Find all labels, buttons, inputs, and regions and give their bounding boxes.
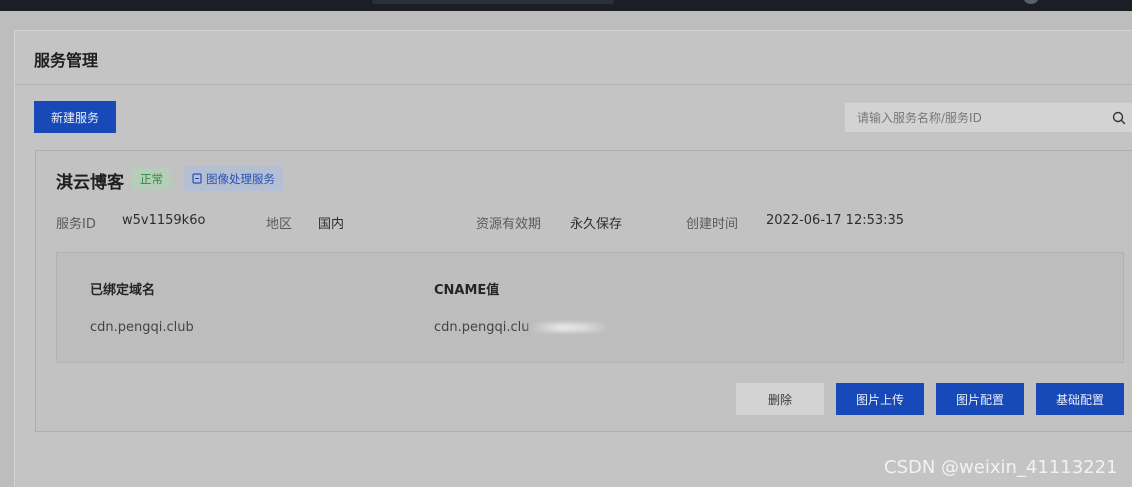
service-id-value: w5v1159k6o — [122, 213, 206, 228]
validity-value: 永久保存 — [570, 217, 623, 232]
cname-column-header: CNAME值 — [434, 283, 500, 298]
domain-cell: cdn.pengqi.club — [90, 320, 194, 335]
region-value: 国内 — [318, 217, 345, 232]
image-config-button[interactable]: 图片配置 — [936, 383, 1024, 415]
document-icon — [192, 173, 202, 184]
created-time-label: 创建时间 — [686, 217, 739, 232]
search-box[interactable] — [844, 102, 1132, 133]
basic-config-button[interactable]: 基础配置 — [1036, 383, 1124, 415]
search-input[interactable] — [845, 103, 1106, 132]
image-upload-button[interactable]: 图片上传 — [836, 383, 924, 415]
service-management-panel: 服务管理 新建服务 淇云博客 正常 图像处理服务 服务ID w5v1159k6o… — [14, 30, 1132, 487]
delete-button[interactable]: 删除 — [736, 383, 824, 415]
redacted-blur — [527, 323, 608, 332]
domain-table: 已绑定域名 CNAME值 cdn.pengqi.club cdn.pengqi.… — [56, 252, 1124, 363]
status-badge: 正常 — [132, 168, 171, 189]
watermark: CSDN @weixin_41113221 — [884, 457, 1118, 478]
domain-column-header: 已绑定域名 — [90, 283, 156, 298]
created-time-value: 2022-06-17 12:53:35 — [766, 213, 905, 228]
service-type-tag: 图像处理服务 — [184, 166, 283, 191]
avatar[interactable] — [1024, 0, 1038, 4]
validity-label: 资源有效期 — [476, 217, 542, 232]
service-id-label: 服务ID — [56, 217, 96, 232]
top-search-bar[interactable] — [372, 0, 614, 4]
cname-cell: cdn.pengqi.clu — [434, 320, 608, 335]
cname-text: cdn.pengqi.clu — [434, 320, 530, 335]
title-divider — [15, 84, 1132, 85]
region-label: 地区 — [266, 217, 293, 232]
service-name: 淇云博客 — [56, 173, 124, 193]
page-title: 服务管理 — [34, 51, 99, 70]
service-card: 淇云博客 正常 图像处理服务 服务ID w5v1159k6o 地区 国内 资源有… — [35, 150, 1132, 432]
service-type-label: 图像处理服务 — [206, 171, 275, 186]
search-icon[interactable] — [1106, 103, 1132, 132]
new-service-button[interactable]: 新建服务 — [34, 101, 116, 133]
top-navbar — [0, 0, 1132, 11]
